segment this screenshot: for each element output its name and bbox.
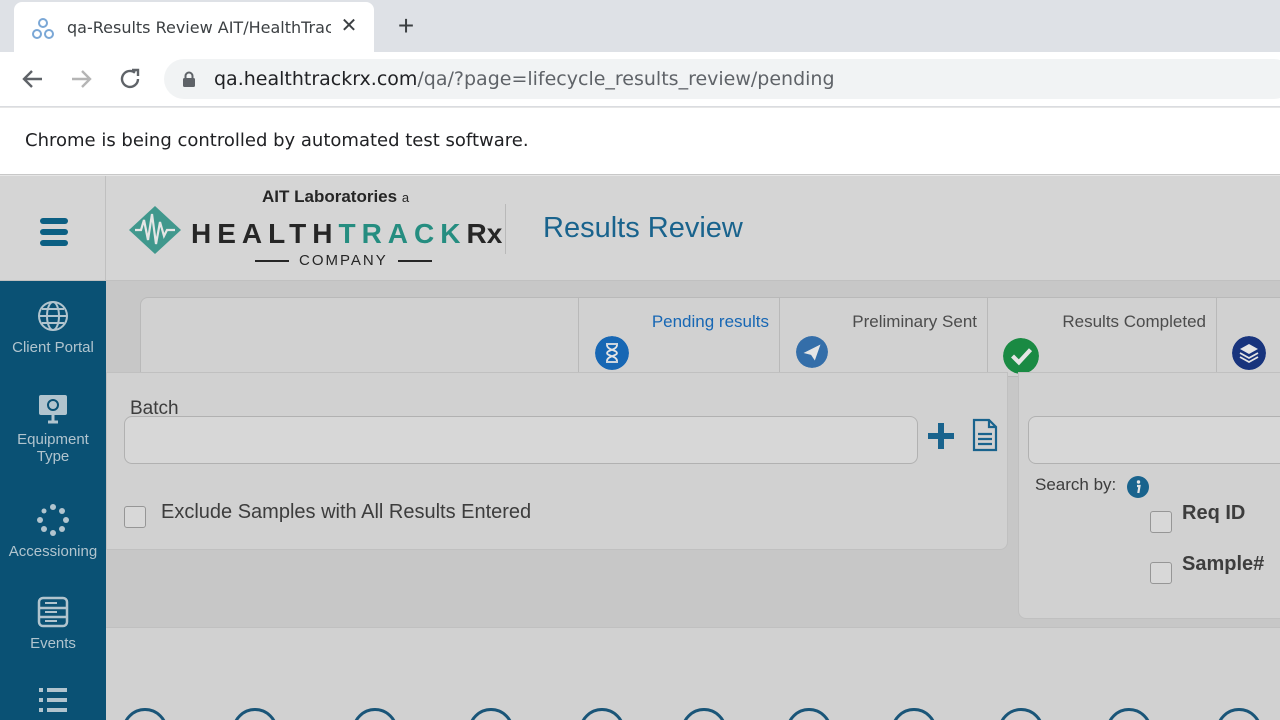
batch-panel: Batch Exclude Samples with All Results E… [106, 372, 1008, 550]
req-id-checkbox[interactable] [1150, 511, 1172, 533]
back-arrow-icon[interactable] [18, 64, 48, 94]
action-button[interactable] [681, 708, 727, 720]
close-tab-icon[interactable]: ✕ [338, 15, 360, 37]
sidebar-item-client-portal[interactable]: Client Portal [0, 299, 106, 356]
tab-all-results[interactable] [1216, 298, 1280, 378]
status-tabs: Pending results Preliminary Sent Results… [140, 297, 1280, 378]
action-button[interactable] [891, 708, 937, 720]
search-panel: Search by: Req ID Sample# [1018, 372, 1280, 619]
logo-rx: Rx [466, 218, 503, 249]
exclude-samples-checkbox[interactable] [124, 506, 146, 528]
logo-top-label: AIT Laboratories [262, 187, 398, 206]
reload-icon[interactable] [115, 64, 145, 94]
status-label: Results Completed [1062, 312, 1206, 331]
app-viewport: AIT Laboratories a HEALTHTRACKRx COMPANY… [0, 176, 1280, 720]
app-header: AIT Laboratories a HEALTHTRACKRx COMPANY… [0, 176, 1280, 281]
tab-title: qa-Results Review AIT/HealthTrackRx [67, 18, 331, 37]
server-icon [37, 596, 69, 628]
url-text: qa.healthtrackrx.com/qa/?page=lifecycle_… [214, 68, 835, 90]
automation-infobar: Chrome is being controlled by automated … [0, 108, 1280, 175]
logo-top-suffix: a [401, 190, 410, 205]
status-label: Preliminary Sent [852, 312, 977, 331]
sample-number-label: Sample# [1182, 553, 1265, 575]
action-button[interactable] [1216, 708, 1262, 720]
logo-main-text: HEALTHTRACKRx [191, 218, 502, 250]
browser-tab-bar: qa-Results Review AIT/HealthTrackRx ✕ + [0, 0, 1280, 52]
tab-pending-results[interactable]: Pending results [578, 298, 779, 378]
exclude-samples-label: Exclude Samples with All Results Entered [161, 501, 532, 523]
status-label: Pending results [651, 312, 769, 331]
infobar-text: Chrome is being controlled by automated … [25, 130, 529, 151]
app-favicon-icon [32, 18, 54, 39]
browser-toolbar: qa.healthtrackrx.com/qa/?page=lifecycle_… [0, 52, 1280, 107]
sidebar-item-label: Accessioning [8, 543, 98, 560]
tab-results-completed[interactable]: Results Completed [987, 298, 1216, 378]
sidebar-item-list[interactable] [0, 685, 106, 720]
browser-tab[interactable]: qa-Results Review AIT/HealthTrackRx ✕ [14, 2, 374, 52]
logo-company-text: COMPANY [245, 252, 442, 269]
lock-icon [183, 71, 195, 87]
req-id-label: Req ID [1182, 502, 1246, 524]
address-bar[interactable]: qa.healthtrackrx.com/qa/?page=lifecycle_… [164, 59, 1280, 99]
hamburger-icon [40, 229, 68, 235]
sidebar-item-events[interactable]: Events [0, 595, 106, 652]
logo-top-text: AIT Laboratories a [262, 187, 409, 207]
action-button[interactable] [468, 708, 514, 720]
add-batch-button[interactable] [924, 419, 958, 453]
hourglass-icon [595, 336, 629, 370]
layers-icon [1232, 336, 1266, 370]
header-divider [505, 204, 506, 254]
monitor-icon [39, 395, 67, 424]
info-icon[interactable] [1127, 476, 1149, 498]
page-title: Results Review [543, 212, 743, 244]
forward-arrow-icon[interactable] [66, 64, 96, 94]
document-icon[interactable] [972, 418, 998, 452]
list-icon [39, 688, 67, 712]
sidebar-item-label: Events [30, 635, 76, 652]
url-path: /qa/?page=lifecycle_results_review/pendi… [417, 68, 835, 90]
search-by-label: Search by: [1035, 475, 1117, 494]
action-button[interactable] [1106, 708, 1152, 720]
spinner-icon [37, 504, 69, 536]
url-host: qa.healthtrackrx.com [214, 68, 418, 90]
action-button[interactable] [786, 708, 832, 720]
action-button[interactable] [352, 708, 398, 720]
new-tab-icon[interactable]: + [392, 12, 420, 40]
check-icon [1003, 338, 1039, 374]
sidebar-item-equipment-type[interactable]: Equipment Type [0, 391, 106, 465]
sidebar-item-label: Equipment Type [17, 431, 89, 465]
hamburger-icon [40, 218, 68, 224]
main-content: Pending results Preliminary Sent Results… [106, 281, 1280, 720]
action-button[interactable] [232, 708, 278, 720]
sample-number-checkbox[interactable] [1150, 562, 1172, 584]
logo-track: TRACK [338, 218, 467, 249]
action-button[interactable] [579, 708, 625, 720]
menu-toggle-button[interactable] [0, 176, 106, 281]
hamburger-icon [40, 240, 68, 246]
actions-panel [106, 627, 1280, 720]
action-button[interactable] [998, 708, 1044, 720]
sidebar-item-accessioning[interactable]: Accessioning [0, 503, 106, 560]
globe-icon [38, 301, 68, 331]
company-logo: AIT Laboratories a HEALTHTRACKRx COMPANY [125, 184, 502, 276]
action-button[interactable] [122, 708, 168, 720]
logo-wave-icon [129, 206, 181, 254]
logo-health: HEALTH [191, 218, 339, 249]
tab-preliminary-sent[interactable]: Preliminary Sent [779, 298, 987, 378]
search-input[interactable] [1028, 416, 1280, 464]
batch-input[interactable] [124, 416, 918, 464]
paper-plane-icon [796, 336, 828, 368]
sidebar: Client Portal Equipment Type Accessionin… [0, 281, 106, 720]
sidebar-item-label: Client Portal [12, 339, 94, 356]
